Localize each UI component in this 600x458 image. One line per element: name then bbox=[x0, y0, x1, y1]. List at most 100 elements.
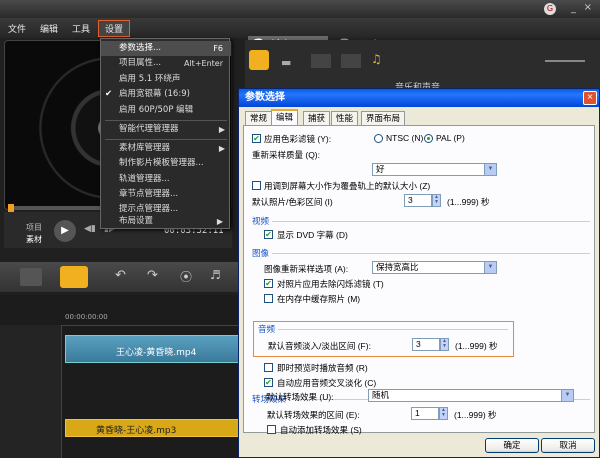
menu-item-preferences[interactable]: 参数选择... F6 bbox=[101, 41, 231, 56]
default-transition-label: 默认转场效果 (U): bbox=[266, 392, 334, 402]
auto-transition-checkbox[interactable] bbox=[267, 425, 276, 434]
menu-item-surround-51[interactable]: 启用 5.1 环绕声 bbox=[101, 72, 231, 87]
cache-memory-checkbox[interactable] bbox=[264, 294, 273, 303]
menu-item-layout[interactable]: 布局设置 ▶ bbox=[100, 214, 230, 229]
menu-item-60p-50p[interactable]: 启用 60P/50P 编辑 bbox=[101, 103, 231, 118]
tab-content: ✔ 应用色彩滤镜 (Y): NTSC (N) PAL (P) 重新采样质量 (Q… bbox=[243, 125, 595, 433]
dvd-subtitles-checkbox[interactable]: ✔ bbox=[264, 230, 273, 239]
photo-duration-input[interactable]: 3 bbox=[404, 194, 432, 207]
tab-capture[interactable]: 捕获 bbox=[303, 111, 331, 125]
ntsc-label: NTSC (N) bbox=[386, 133, 424, 143]
track-headers bbox=[0, 325, 62, 458]
auto-crossfade-checkbox[interactable]: ✔ bbox=[264, 378, 273, 387]
resample-quality-label: 重新采样质量 (Q): bbox=[252, 150, 320, 160]
scrub-handle[interactable] bbox=[8, 204, 14, 212]
submenu-arrow-icon: ▶ bbox=[216, 217, 223, 226]
timeline-view-icon[interactable] bbox=[60, 266, 88, 288]
mode-project[interactable]: 项目 bbox=[26, 222, 42, 233]
pal-label: PAL (P) bbox=[436, 133, 465, 143]
audio-fade-spinner[interactable]: ▲ ▼ bbox=[440, 338, 449, 351]
photo-duration-spinner[interactable]: ▲ ▼ bbox=[432, 194, 441, 207]
menu-item-track-manager[interactable]: 轨道管理器... bbox=[101, 172, 231, 187]
chevron-down-icon: ▼ bbox=[561, 390, 573, 401]
audio-section-title: 音频 bbox=[258, 324, 276, 334]
menu-item-widescreen[interactable]: ✔ 启用宽银幕 (16:9) bbox=[101, 87, 231, 102]
previous-icon[interactable]: ◀▮ bbox=[84, 224, 96, 234]
audio-fade-label: 默认音频淡入/淡出区间 (F): bbox=[268, 341, 371, 351]
undo-icon[interactable]: ↶ bbox=[115, 268, 126, 283]
color-filter-label: 应用色彩滤镜 (Y): bbox=[264, 134, 332, 144]
anti-flicker-label: 对照片应用去除闪烁滤镜 (T) bbox=[277, 279, 384, 289]
zoom-slider[interactable] bbox=[545, 60, 585, 62]
menu-item-chapter-manager[interactable]: 章节点管理器... bbox=[101, 187, 231, 202]
chevron-down-icon: ▼ bbox=[484, 262, 496, 273]
ok-button[interactable]: 确定 bbox=[485, 438, 539, 453]
transition-duration-spinner[interactable]: ▲ ▼ bbox=[439, 407, 448, 420]
title-bar: G _ × bbox=[0, 0, 600, 18]
record-icon[interactable]: ⦿ bbox=[180, 268, 192, 285]
library-panel: ▬ ♫ 音乐和声音 bbox=[245, 40, 600, 93]
media-icon[interactable] bbox=[249, 50, 269, 70]
instant-playback-label: 即时预览时播放音频 (R) bbox=[277, 363, 368, 373]
image-resample-select[interactable]: 保持宽高比 ▼ bbox=[372, 261, 497, 274]
redo-icon[interactable]: ↷ bbox=[147, 268, 158, 283]
audio-fade-range: (1...999) 秒 bbox=[455, 341, 498, 351]
chevron-down-icon: ▼ bbox=[484, 164, 496, 175]
check-icon: ✔ bbox=[105, 89, 113, 99]
dialog-title: 参数选择 bbox=[239, 89, 599, 107]
zoom-to-fit-checkbox[interactable] bbox=[252, 181, 261, 190]
storyboard-icon[interactable] bbox=[20, 268, 42, 286]
menu-item-project-properties[interactable]: 项目属性... Alt+Enter bbox=[101, 56, 231, 71]
cancel-button[interactable]: 取消 bbox=[541, 438, 595, 453]
minimize-icon[interactable]: _ bbox=[571, 3, 576, 14]
tab-layout[interactable]: 界面布局 bbox=[361, 111, 406, 125]
instant-playback-checkbox[interactable] bbox=[264, 363, 273, 372]
transition-duration-range: (1...999) 秒 bbox=[454, 410, 497, 420]
menu-item-library-manager[interactable]: 素材库管理器 ▶ bbox=[101, 141, 231, 156]
menu-item-smart-proxy[interactable]: 智能代理管理器 ▶ bbox=[101, 122, 231, 137]
cache-memory-label: 在内存中缓存照片 (M) bbox=[277, 294, 361, 304]
dialog-close-button[interactable]: × bbox=[583, 91, 597, 105]
audio-fade-input[interactable]: 3 bbox=[412, 338, 440, 351]
photo-duration-range: (1...999) 秒 bbox=[447, 197, 490, 207]
audio-clip[interactable]: 黄昏晓-王心凌.mp3 bbox=[65, 419, 245, 437]
video-clip-label: 王心凌-黄昏晓.mp4 bbox=[116, 348, 197, 358]
color-filter-checkbox[interactable]: ✔ bbox=[252, 134, 261, 143]
mixer-icon[interactable]: ♬ bbox=[210, 268, 221, 282]
folder-icon[interactable]: ▬ bbox=[281, 56, 291, 69]
zoom-to-fit-label: 用调到屏幕大小作为覆叠轨上的默认大小 (Z) bbox=[264, 181, 431, 191]
play-button[interactable]: ▶ bbox=[54, 220, 76, 242]
photo-filter-icon[interactable] bbox=[341, 54, 361, 68]
menu-tools[interactable]: 工具 bbox=[72, 22, 90, 35]
photo-duration-label: 默认照片/色彩区间 (I) bbox=[252, 197, 333, 207]
close-icon[interactable]: × bbox=[584, 2, 592, 13]
menu-file[interactable]: 文件 bbox=[8, 22, 26, 35]
anti-flicker-checkbox[interactable]: ✔ bbox=[264, 279, 273, 288]
tab-performance[interactable]: 性能 bbox=[331, 111, 359, 125]
auto-crossfade-label: 自动应用音频交叉淡化 (C) bbox=[277, 378, 377, 388]
music-icon[interactable]: ♫ bbox=[371, 52, 382, 66]
settings-menu: 参数选择... F6 项目属性... Alt+Enter 启用 5.1 环绕声 ✔ 启… bbox=[100, 38, 231, 228]
timeline-toolbar: ↶ ↷ ⦿ ♬ bbox=[0, 262, 245, 292]
mode-clip[interactable]: 素材 bbox=[26, 234, 42, 245]
menu-item-movie-templates[interactable]: 制作影片模板管理器... bbox=[101, 156, 231, 171]
dvd-subtitles-label: 显示 DVD 字幕 (D) bbox=[277, 230, 348, 240]
ntsc-radio[interactable] bbox=[374, 134, 383, 143]
resample-quality-select[interactable]: 好 ▼ bbox=[372, 163, 497, 176]
transition-duration-input[interactable]: 1 bbox=[411, 407, 439, 420]
submenu-arrow-icon: ▶ bbox=[218, 125, 225, 134]
pal-radio[interactable] bbox=[424, 134, 433, 143]
menu-settings[interactable]: 设置 bbox=[98, 20, 131, 37]
transition-duration-label: 默认转场效果的区间 (E): bbox=[267, 410, 360, 420]
video-clip[interactable]: 王心凌-黄昏晓.mp4 bbox=[65, 335, 245, 363]
tab-edit[interactable]: 编辑 bbox=[271, 109, 299, 126]
image-resample-label: 图像重新采样选项 (A): bbox=[264, 264, 349, 274]
default-transition-select[interactable]: 随机 ▼ bbox=[368, 389, 574, 402]
image-section-title: 图像 bbox=[252, 248, 270, 258]
menu-edit[interactable]: 编辑 bbox=[40, 22, 58, 35]
menu-bar: 文件 编辑 工具 设置 1捕获 2编辑 3分享 bbox=[0, 18, 600, 56]
tab-general[interactable]: 常规 bbox=[245, 111, 273, 125]
submenu-arrow-icon: ▶ bbox=[218, 144, 225, 153]
ruler-label: 00:00:00:00 bbox=[65, 313, 108, 321]
video-filter-icon[interactable] bbox=[311, 54, 331, 68]
